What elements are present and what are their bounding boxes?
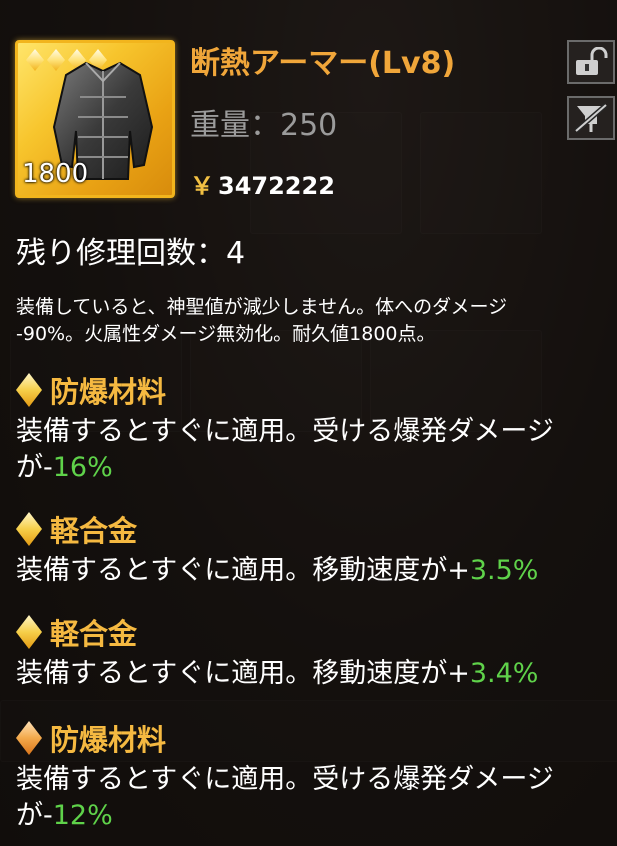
item-price: ￥ 3472222: [190, 166, 335, 201]
mod-effect-line: 装備するとすぐに適用。受ける爆発ダメージ: [16, 764, 554, 795]
mod-name: 軽合金: [50, 514, 138, 548]
item-name: 断熱アーマー(Lv8): [190, 46, 456, 81]
mod-name: 防爆材料: [50, 375, 167, 409]
mod-effect-prefix: 装備するとすぐに適用。移動速度が+: [16, 658, 470, 689]
pin-button[interactable]: [567, 96, 615, 140]
mod-name: 防爆材料: [50, 723, 167, 757]
unpin-icon: [574, 103, 608, 133]
mod-diamond-icon: [16, 721, 42, 755]
mod-diamond-icon: [16, 512, 42, 546]
durability-value: 1800: [22, 159, 89, 189]
item-description: 装備していると、神聖値が減少しません。体へのダメージ -90%。火属性ダメージ無…: [16, 294, 601, 348]
mod-effect: 装備するとすぐに適用。受ける爆発ダメージ が-16%: [16, 414, 606, 486]
mod-effect-line: が-12%: [16, 798, 606, 834]
mod-effect-prefix: が-: [16, 452, 53, 483]
repair-count: 残り修理回数：4: [16, 236, 246, 266]
mod-effect: 装備するとすぐに適用。移動速度が+3.5%: [16, 553, 606, 589]
mod-value: 12%: [52, 800, 113, 831]
mod-name: 軽合金: [50, 617, 138, 651]
mod-entry: 軽合金 装備するとすぐに適用。移動速度が+3.5%: [16, 509, 606, 589]
mod-entry: 防爆材料 装備するとすぐに適用。受ける爆発ダメージ が-16%: [16, 370, 606, 486]
mod-value: 3.4%: [469, 658, 539, 689]
mod-effect-prefix: 装備するとすぐに適用。移動速度が+: [16, 555, 470, 586]
mod-diamond-icon: [16, 615, 42, 649]
mod-effect-line: が-16%: [16, 450, 606, 486]
description-line: -90%。火属性ダメージ無効化。耐久値1800点。: [16, 323, 436, 345]
mod-effect: 装備するとすぐに適用。受ける爆発ダメージ が-12%: [16, 762, 606, 834]
mod-effect-line: 装備するとすぐに適用。受ける爆発ダメージ: [16, 416, 554, 447]
unlock-icon: [576, 47, 608, 75]
mod-effect-prefix: が-: [16, 800, 53, 831]
item-weight: 重量：250: [190, 108, 338, 143]
lock-button[interactable]: [567, 40, 615, 84]
mod-entry: 軽合金 装備するとすぐに適用。移動速度が+3.4%: [16, 612, 606, 692]
mod-entry: 防爆材料 装備するとすぐに適用。受ける爆発ダメージ が-12%: [16, 718, 606, 834]
mod-value: 16%: [52, 452, 113, 483]
mod-value: 3.5%: [469, 555, 539, 586]
item-icon-frame[interactable]: 1800: [15, 40, 175, 198]
rarity-star-icon: [26, 49, 44, 71]
yen-icon: ￥: [190, 172, 214, 200]
mod-diamond-icon: [16, 373, 42, 407]
mod-effect: 装備するとすぐに適用。移動速度が+3.4%: [16, 656, 606, 692]
price-value: 3472222: [218, 172, 335, 200]
description-line: 装備していると、神聖値が減少しません。体へのダメージ: [16, 296, 508, 318]
